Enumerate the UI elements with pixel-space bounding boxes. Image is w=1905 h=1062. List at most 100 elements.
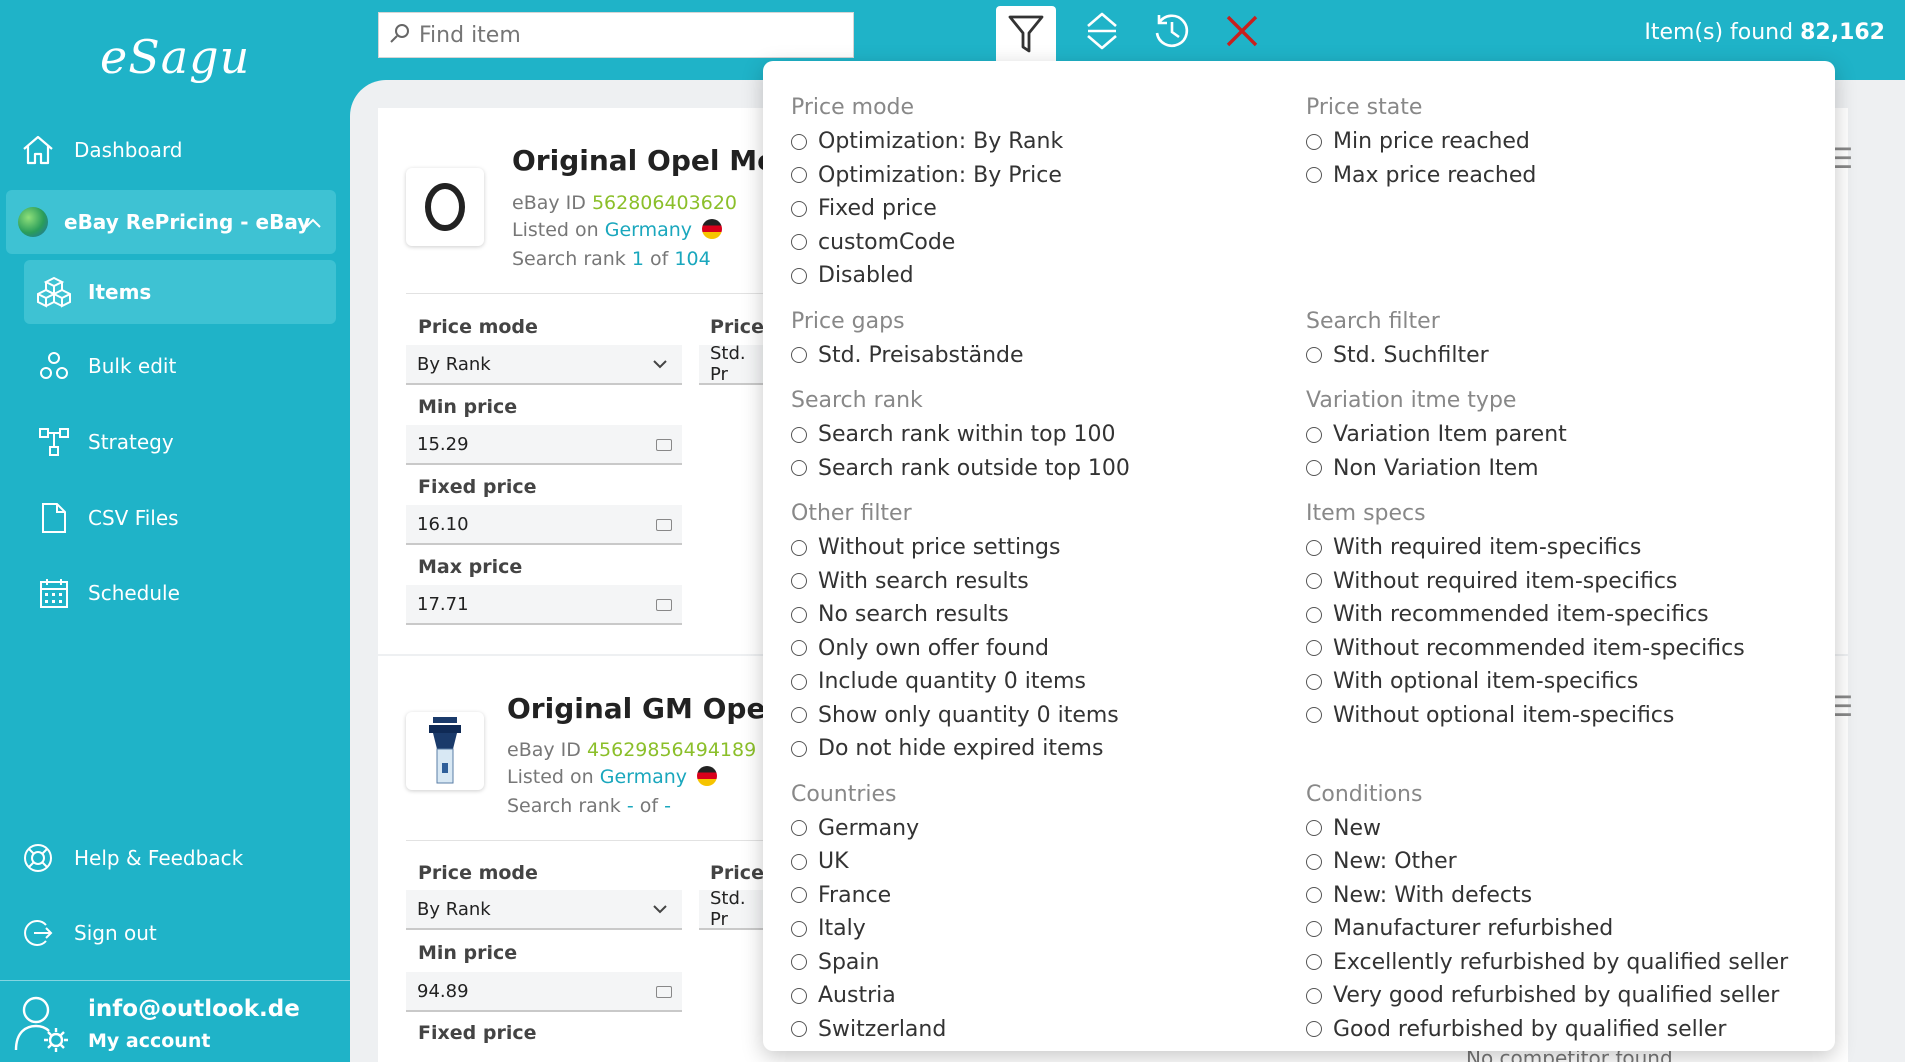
search-bar[interactable]	[378, 12, 854, 58]
filter-option-max-price-reached[interactable]: Max price reached	[1306, 159, 1788, 193]
nav-bulk-edit[interactable]: Bulk edit	[36, 338, 176, 394]
min-price-input[interactable]: 94.89	[406, 972, 682, 1012]
nav-schedule[interactable]: Schedule	[36, 565, 180, 621]
radio-button[interactable]	[791, 987, 807, 1004]
radio-button[interactable]	[791, 887, 807, 904]
radio-button[interactable]	[1306, 426, 1322, 443]
radio-button[interactable]	[791, 573, 807, 590]
filter-option-new[interactable]: New	[1306, 812, 1788, 846]
radio-button[interactable]	[791, 426, 807, 443]
radio-button[interactable]	[1306, 987, 1322, 1004]
filter-option-non-variation-item[interactable]: Non Variation Item	[1306, 452, 1788, 486]
filter-option-austria[interactable]: Austria	[791, 979, 1130, 1013]
radio-button[interactable]	[1306, 460, 1322, 477]
filter-option-manufacturer-refurbished[interactable]: Manufacturer refurbished	[1306, 912, 1788, 946]
history-button[interactable]	[1142, 6, 1202, 60]
filter-option-show-only-quantity-0-items[interactable]: Show only quantity 0 items	[791, 699, 1130, 733]
radio-button[interactable]	[1306, 1021, 1322, 1038]
filter-option-switzerland[interactable]: Switzerland	[791, 1013, 1130, 1047]
radio-button[interactable]	[1306, 954, 1322, 971]
clear-filter-button[interactable]	[1212, 6, 1272, 60]
min-price-input[interactable]: 15.29	[406, 425, 682, 465]
filter-option-spain[interactable]: Spain	[791, 946, 1130, 980]
filter-option-do-not-hide-expired-items[interactable]: Do not hide expired items	[791, 732, 1130, 766]
radio-button[interactable]	[1306, 820, 1322, 837]
filter-option-without-recommended-item-specifics[interactable]: Without recommended item-specifics	[1306, 632, 1788, 666]
radio-button[interactable]	[791, 539, 807, 556]
radio-button[interactable]	[1306, 640, 1322, 657]
filter-option-search-rank-within-top-100[interactable]: Search rank within top 100	[791, 418, 1130, 452]
filter-option-std-preisabst-nde[interactable]: Std. Preisabstände	[791, 339, 1130, 373]
radio-button[interactable]	[1306, 673, 1322, 690]
filter-option-no-search-results[interactable]: No search results	[791, 598, 1130, 632]
filter-option-customcode[interactable]: customCode	[791, 226, 1130, 260]
price-gaps-select[interactable]: Std. Pr	[699, 888, 763, 930]
item-thumbnail[interactable]	[406, 168, 484, 246]
nav-csv-files[interactable]: CSV Files	[36, 490, 179, 546]
radio-button[interactable]	[1306, 853, 1322, 870]
radio-button[interactable]	[791, 606, 807, 623]
radio-button[interactable]	[791, 234, 807, 251]
radio-button[interactable]	[791, 133, 807, 150]
filter-option-min-price-reached[interactable]: Min price reached	[1306, 125, 1788, 159]
filter-option-without-price-settings[interactable]: Without price settings	[791, 531, 1130, 565]
nav-strategy[interactable]: Strategy	[36, 414, 174, 470]
filter-option-italy[interactable]: Italy	[791, 912, 1130, 946]
country-link[interactable]: Germany	[600, 766, 687, 788]
radio-button[interactable]	[791, 347, 807, 364]
filter-option-fixed-price[interactable]: Fixed price	[791, 192, 1130, 226]
radio-button[interactable]	[1306, 920, 1322, 937]
account-section[interactable]: info@outlook.de My account	[14, 990, 344, 1060]
radio-button[interactable]	[791, 167, 807, 184]
filter-option-std-suchfilter[interactable]: Std. Suchfilter	[1306, 339, 1788, 373]
radio-button[interactable]	[791, 853, 807, 870]
filter-option-without-required-item-specifics[interactable]: Without required item-specifics	[1306, 565, 1788, 599]
radio-button[interactable]	[791, 1021, 807, 1038]
filter-option-optimization-by-price[interactable]: Optimization: By Price	[791, 159, 1130, 193]
radio-button[interactable]	[1306, 606, 1322, 623]
filter-option-new-with-defects[interactable]: New: With defects	[1306, 879, 1788, 913]
nav-dashboard[interactable]: Dashboard	[20, 122, 183, 178]
filter-option-optimization-by-rank[interactable]: Optimization: By Rank	[791, 125, 1130, 159]
radio-button[interactable]	[791, 820, 807, 837]
item-thumbnail[interactable]	[406, 712, 484, 790]
search-input[interactable]	[419, 22, 839, 48]
filter-option-variation-item-parent[interactable]: Variation Item parent	[1306, 418, 1788, 452]
nav-group-ebay-repricing[interactable]: eBay RePricing - eBay	[6, 190, 336, 254]
filter-option-include-quantity-0-items[interactable]: Include quantity 0 items	[791, 665, 1130, 699]
radio-button[interactable]	[791, 673, 807, 690]
ebay-id-link[interactable]: 45629856494189	[587, 739, 756, 761]
filter-option-with-search-results[interactable]: With search results	[791, 565, 1130, 599]
filter-option-with-optional-item-specifics[interactable]: With optional item-specifics	[1306, 665, 1788, 699]
radio-button[interactable]	[1306, 707, 1322, 724]
filter-button[interactable]	[996, 6, 1056, 66]
max-price-input[interactable]: 17.71	[406, 585, 682, 625]
filter-option-without-optional-item-specifics[interactable]: Without optional item-specifics	[1306, 699, 1788, 733]
nav-sign-out[interactable]: Sign out	[20, 905, 157, 961]
filter-option-excellently-refurbished-by-qualified-seller[interactable]: Excellently refurbished by qualified sel…	[1306, 946, 1788, 980]
radio-button[interactable]	[791, 460, 807, 477]
price-gaps-select[interactable]: Std. Pr	[699, 343, 763, 385]
radio-button[interactable]	[1306, 573, 1322, 590]
radio-button[interactable]	[791, 740, 807, 757]
radio-button[interactable]	[791, 920, 807, 937]
filter-option-only-own-offer-found[interactable]: Only own offer found	[791, 632, 1130, 666]
country-link[interactable]: Germany	[605, 219, 692, 241]
filter-option-with-required-item-specifics[interactable]: With required item-specifics	[1306, 531, 1788, 565]
filter-option-good-refurbished-by-qualified-seller[interactable]: Good refurbished by qualified seller	[1306, 1013, 1788, 1047]
filter-option-germany[interactable]: Germany	[791, 812, 1130, 846]
radio-button[interactable]	[791, 707, 807, 724]
radio-button[interactable]	[1306, 167, 1322, 184]
radio-button[interactable]	[791, 267, 807, 284]
filter-option-france[interactable]: France	[791, 879, 1130, 913]
sort-button[interactable]	[1072, 6, 1132, 60]
price-mode-select[interactable]: By Rank	[406, 345, 682, 385]
filter-option-search-rank-outside-top-100[interactable]: Search rank outside top 100	[791, 452, 1130, 486]
nav-items[interactable]: Items	[24, 260, 336, 324]
nav-help-feedback[interactable]: Help & Feedback	[20, 830, 243, 886]
ebay-id-link[interactable]: 562806403620	[592, 192, 737, 214]
radio-button[interactable]	[1306, 539, 1322, 556]
radio-button[interactable]	[791, 954, 807, 971]
my-account-link[interactable]: My account	[88, 1030, 210, 1052]
radio-button[interactable]	[791, 200, 807, 217]
